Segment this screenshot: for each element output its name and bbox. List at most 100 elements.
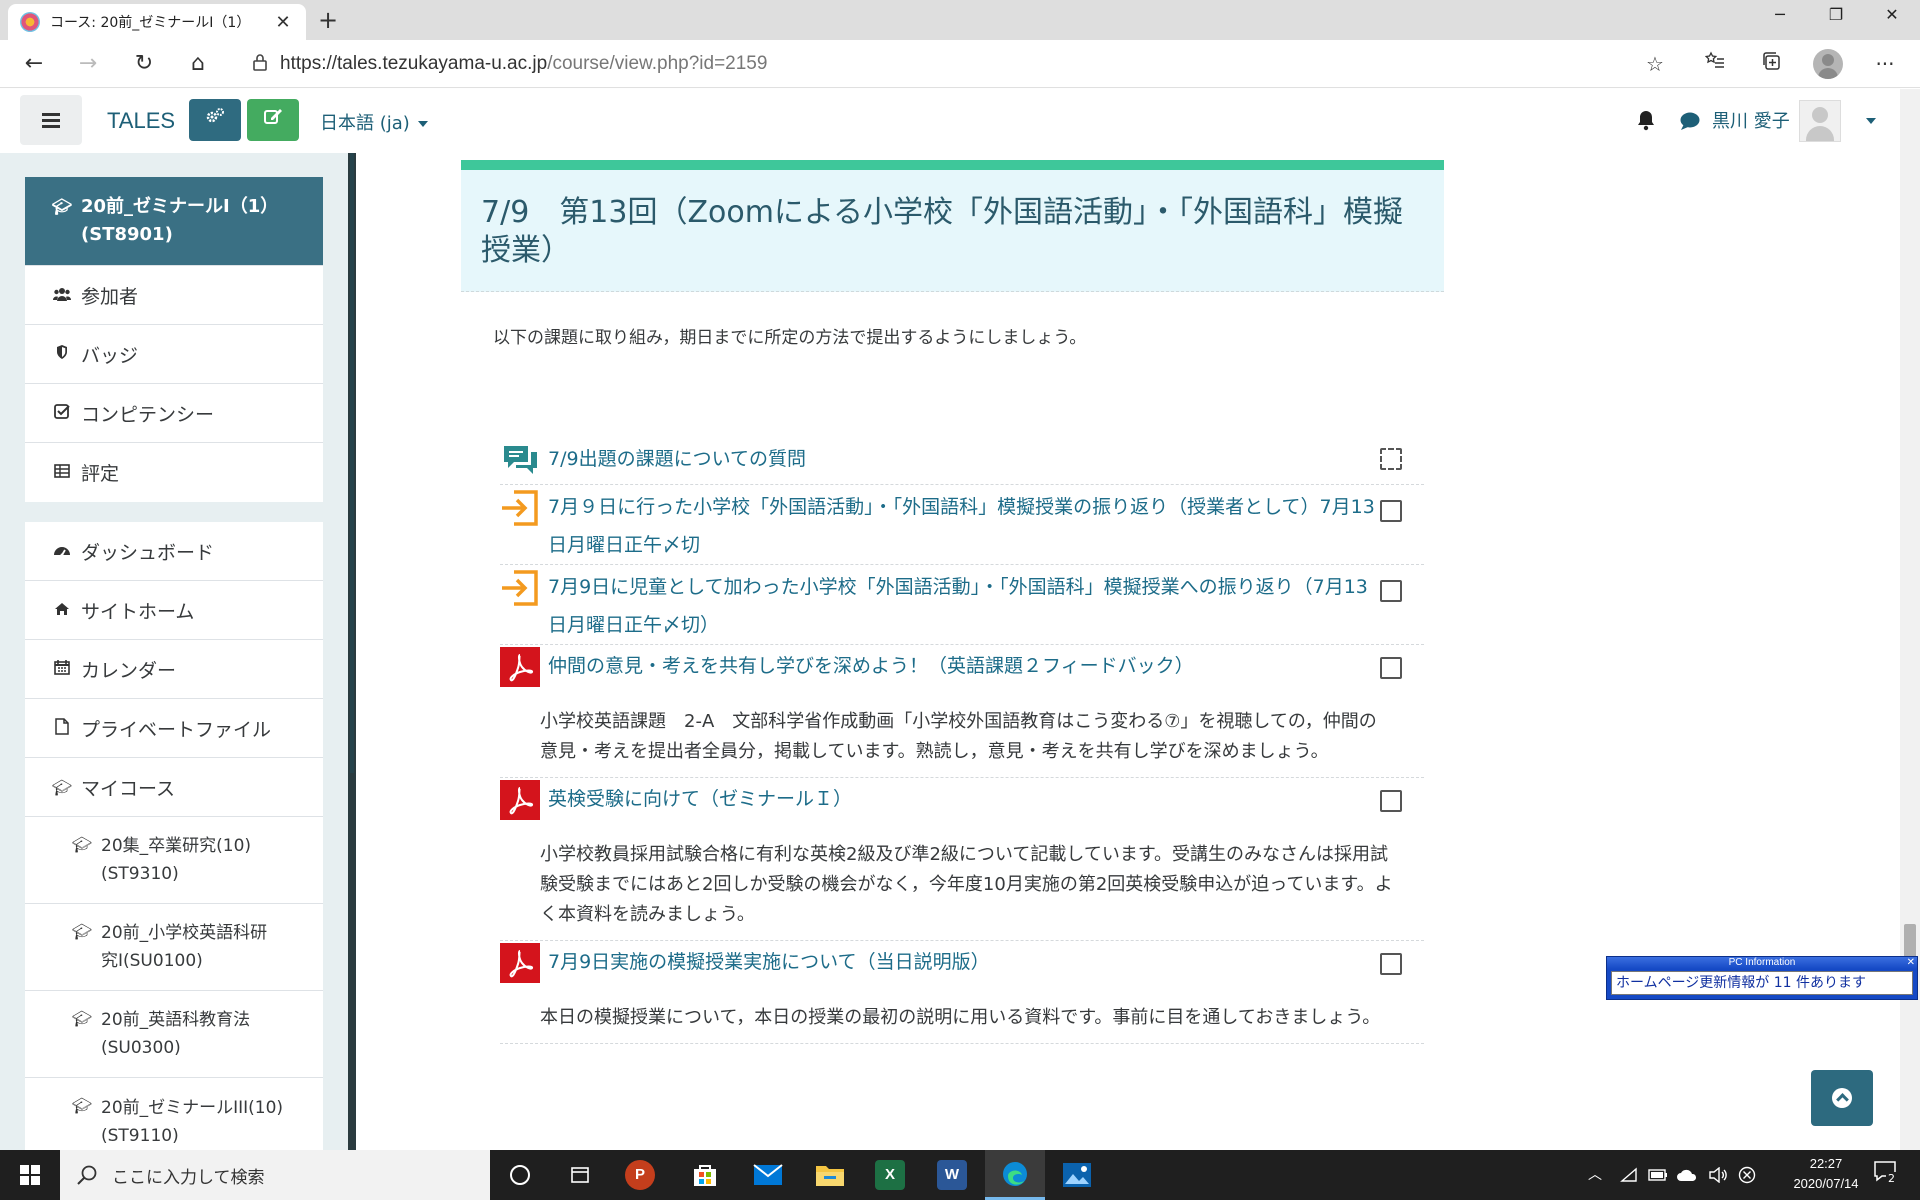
completion-checkbox[interactable]	[1380, 790, 1402, 812]
sidebar-item-label: 20前_英語科教育法 (SU0300)	[101, 1006, 250, 1062]
activity-list: 7/9出題の課題についての質問 7月９日に行った小学校「外国語活動」・「外国語科…	[500, 436, 1424, 1044]
avatar[interactable]	[1799, 100, 1841, 142]
url-path: /course/view.php?id=2159	[547, 53, 768, 74]
completion-checkbox[interactable]	[1380, 500, 1402, 522]
settings-button[interactable]	[189, 99, 241, 141]
shield-icon	[51, 344, 73, 364]
profile-icon[interactable]	[1813, 49, 1843, 79]
close-tab-icon[interactable]: ✕	[272, 12, 294, 33]
sidebar-item-label: カレンダー	[81, 659, 177, 682]
course-line1: 20集_卒業研究(10)	[101, 836, 252, 856]
taskbar-clock[interactable]: 22:27 2020/07/14	[1786, 1154, 1866, 1194]
sidebar-item-mycourse[interactable]: 🎓︎ 20前_小学校英語科研 究I(SU0100)	[25, 904, 323, 991]
file-icon	[51, 717, 73, 739]
drawer-scrollbar[interactable]	[348, 153, 356, 1150]
bell-icon[interactable]	[1636, 109, 1656, 131]
sidebar-item-mycourse[interactable]: 🎓︎ 20集_卒業研究(10) (ST9310)	[25, 817, 323, 904]
taskbar-search[interactable]: ここに入力して検索	[60, 1150, 490, 1200]
section-accent-bar	[461, 160, 1444, 170]
cortana-icon[interactable]	[490, 1150, 550, 1200]
activity-link[interactable]: 英検受験に向けて（ゼミナールＩ）	[548, 780, 1424, 818]
new-tab-icon[interactable]: +	[312, 4, 344, 36]
restore-icon[interactable]: ❐	[1808, 0, 1864, 32]
file-explorer-icon[interactable]	[800, 1150, 860, 1200]
sidebar-item-site-home[interactable]: サイトホーム	[25, 581, 323, 640]
pdf-icon	[500, 943, 540, 983]
popup-close-icon[interactable]: ✕	[1907, 957, 1915, 969]
activity-link[interactable]: 7月９日に行った小学校「外国語活動」・「外国語科」模擬授業の振り返り（授業者とし…	[500, 488, 1424, 564]
star-icon[interactable]: ☆	[1638, 48, 1672, 80]
sidebar-item-calendar[interactable]: カレンダー	[25, 640, 323, 699]
lock-icon[interactable]	[240, 53, 280, 75]
battery-icon[interactable]	[1648, 1150, 1668, 1200]
activity-link[interactable]: 7/9出題の課題についての質問	[548, 440, 1424, 478]
onedrive-icon[interactable]	[1676, 1150, 1698, 1200]
more-icon[interactable]: ···	[1868, 48, 1902, 80]
address-bar[interactable]: https://tales.tezukayama-u.ac.jp/course/…	[240, 46, 1680, 82]
sidebar-item-mycourse[interactable]: 🎓︎ 20前_ゼミナールIII(10) (ST9110)	[25, 1078, 323, 1150]
minimize-icon[interactable]: ─	[1752, 0, 1808, 32]
activity-link[interactable]: 7月9日に児童として加わった小学校「外国語活動」・「外国語科」模擬授業への振り返…	[500, 568, 1424, 644]
language-menu[interactable]: 日本語 (ja)	[320, 109, 428, 135]
browser-tab[interactable]: コース: 20前_ゼミナールI（1） ✕	[8, 4, 306, 40]
start-button[interactable]	[0, 1150, 60, 1200]
sidebar-item-badges[interactable]: バッジ	[25, 325, 323, 384]
activity-link[interactable]: 7月9日実施の模擬授業実施について（当日説明版）	[548, 943, 1424, 981]
sidebar-item-mycourse[interactable]: 🎓︎ 20前_英語科教育法 (SU0300)	[25, 991, 323, 1078]
sidebar-item-label: バッジ	[81, 344, 139, 367]
edit-mode-button[interactable]	[247, 99, 299, 141]
course-code: (ST8901)	[81, 224, 173, 245]
activity-resource: 英検受験に向けて（ゼミナールＩ） 小学校教員採用試験合格に有利な英検2級及び準2…	[500, 778, 1424, 941]
word-icon[interactable]: W	[922, 1150, 982, 1200]
mail-icon[interactable]	[738, 1150, 798, 1200]
ime-off-icon[interactable]	[1738, 1150, 1756, 1200]
graduation-cap-icon: 🎓︎	[51, 777, 73, 797]
refresh-icon[interactable]: ↻	[128, 48, 160, 80]
volume-icon[interactable]	[1708, 1150, 1728, 1200]
search-placeholder: ここに入力して検索	[112, 1167, 265, 1188]
excel-icon[interactable]: X	[860, 1150, 920, 1200]
chat-icon[interactable]	[1678, 111, 1700, 131]
sidebar-item-label: コンピテンシー	[81, 403, 215, 426]
back-icon[interactable]: ←	[18, 48, 50, 80]
sidebar-item-participants[interactable]: 参加者	[25, 266, 323, 325]
close-window-icon[interactable]: ✕	[1864, 0, 1920, 32]
graduation-cap-icon: 🎓︎	[71, 1096, 93, 1115]
pc-information-popup[interactable]: PC Information ✕ ホームページ更新情報が 11 件あります	[1606, 956, 1918, 1000]
sidebar-item-course[interactable]: 🎓︎ 20前_ゼミナールI（1） (ST8901)	[25, 177, 323, 266]
home-icon[interactable]: ⌂	[182, 48, 214, 80]
menu-toggle-button[interactable]	[20, 95, 82, 145]
user-menu-chevron-icon[interactable]	[1866, 118, 1876, 124]
powerpoint-icon[interactable]: P	[610, 1150, 670, 1200]
course-content: 7/9 第13回（Zoomによる小学校「外国語活動」・「外国語科」模擬授業） 以…	[356, 153, 1900, 1150]
completion-checkbox[interactable]	[1380, 580, 1402, 602]
popup-message[interactable]: ホームページ更新情報が 11 件あります	[1611, 971, 1913, 995]
notification-center-icon[interactable]: 2	[1870, 1160, 1900, 1190]
forward-icon[interactable]: →	[72, 48, 104, 80]
back-to-top-button[interactable]	[1811, 1070, 1873, 1126]
sidebar-item-competencies[interactable]: コンピテンシー	[25, 384, 323, 443]
graduation-cap-icon: 🎓︎	[71, 922, 93, 941]
completion-checkbox[interactable]	[1380, 953, 1402, 975]
collections-icon[interactable]	[1754, 48, 1788, 80]
pdf-icon	[500, 647, 540, 687]
dashboard-icon	[51, 542, 73, 561]
store-icon[interactable]	[675, 1150, 735, 1200]
graduation-cap-icon: 🎓︎	[71, 1009, 93, 1028]
task-view-icon[interactable]	[550, 1150, 610, 1200]
tray-chevron-icon[interactable]: ︿	[1588, 1150, 1602, 1200]
browser-tab-bar: コース: 20前_ゼミナールI（1） ✕ + ─ ❐ ✕	[0, 0, 1920, 40]
edge-icon[interactable]	[985, 1150, 1045, 1200]
photos-icon[interactable]	[1047, 1150, 1107, 1200]
site-brand[interactable]: TALES	[107, 108, 175, 134]
user-name[interactable]: 黒川 愛子	[1712, 107, 1790, 133]
completion-checkbox[interactable]	[1380, 657, 1402, 679]
sidebar-item-grades[interactable]: 評定	[25, 443, 323, 502]
sidebar-item-private-files[interactable]: プライベートファイル	[25, 699, 323, 758]
network-icon[interactable]	[1620, 1150, 1638, 1200]
favorites-icon[interactable]	[1698, 48, 1732, 80]
sidebar-item-my-courses[interactable]: 🎓︎ マイコース	[25, 758, 323, 817]
url-text: https://tales.tezukayama-u.ac.jp/course/…	[280, 53, 767, 75]
sidebar-item-dashboard[interactable]: ダッシュボード	[25, 522, 323, 581]
activity-link[interactable]: 仲間の意見・考えを共有し学びを深めよう！（英語課題２フィードバック）	[548, 647, 1424, 685]
